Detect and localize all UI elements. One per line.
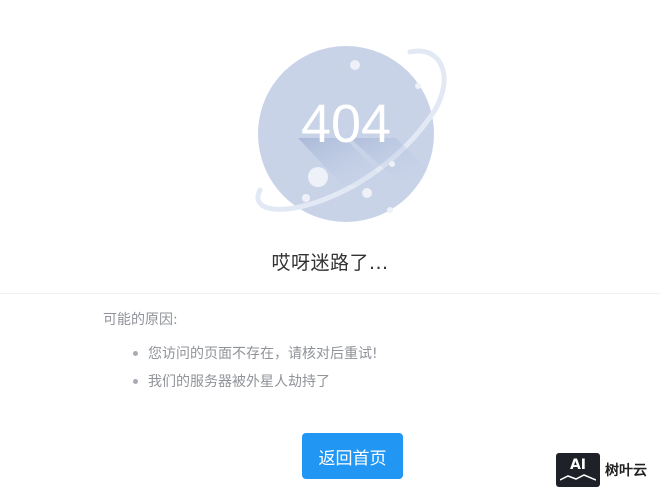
crater-dot: [387, 207, 393, 213]
crater-dot: [415, 83, 421, 89]
list-item: 我们的服务器被外星人劫持了: [131, 367, 378, 395]
reason-text: 您访问的页面不存在，请核对后重试!: [148, 346, 378, 362]
crater-dot: [308, 167, 328, 187]
crater-dot: [389, 161, 395, 167]
reasons-list: 您访问的页面不存在，请核对后重试! 我们的服务器被外星人劫持了: [131, 339, 378, 395]
crater-dot: [302, 194, 310, 202]
bullet-icon: [133, 350, 138, 356]
planet-icon: 404: [255, 46, 447, 222]
error-code: 404: [301, 94, 391, 154]
back-home-button[interactable]: 返回首页: [302, 433, 403, 479]
bullet-icon: [133, 378, 138, 384]
watermark-brand: 树叶云: [605, 463, 647, 479]
watermark: AI 树叶云: [556, 453, 647, 487]
wave-icon: [560, 474, 596, 481]
divider: [0, 293, 660, 294]
crater-dot: [350, 60, 360, 70]
watermark-logo-text: AI: [569, 457, 587, 473]
reason-text: 我们的服务器被外星人劫持了: [148, 374, 330, 390]
crater-dot: [362, 188, 372, 198]
watermark-logo: AI: [556, 453, 600, 487]
error-headline: 哎呀迷路了...: [271, 252, 389, 274]
list-item: 您访问的页面不存在，请核对后重试!: [131, 339, 378, 367]
error-illustration: 404: [250, 40, 450, 225]
reasons-title: 可能的原因:: [103, 312, 178, 328]
